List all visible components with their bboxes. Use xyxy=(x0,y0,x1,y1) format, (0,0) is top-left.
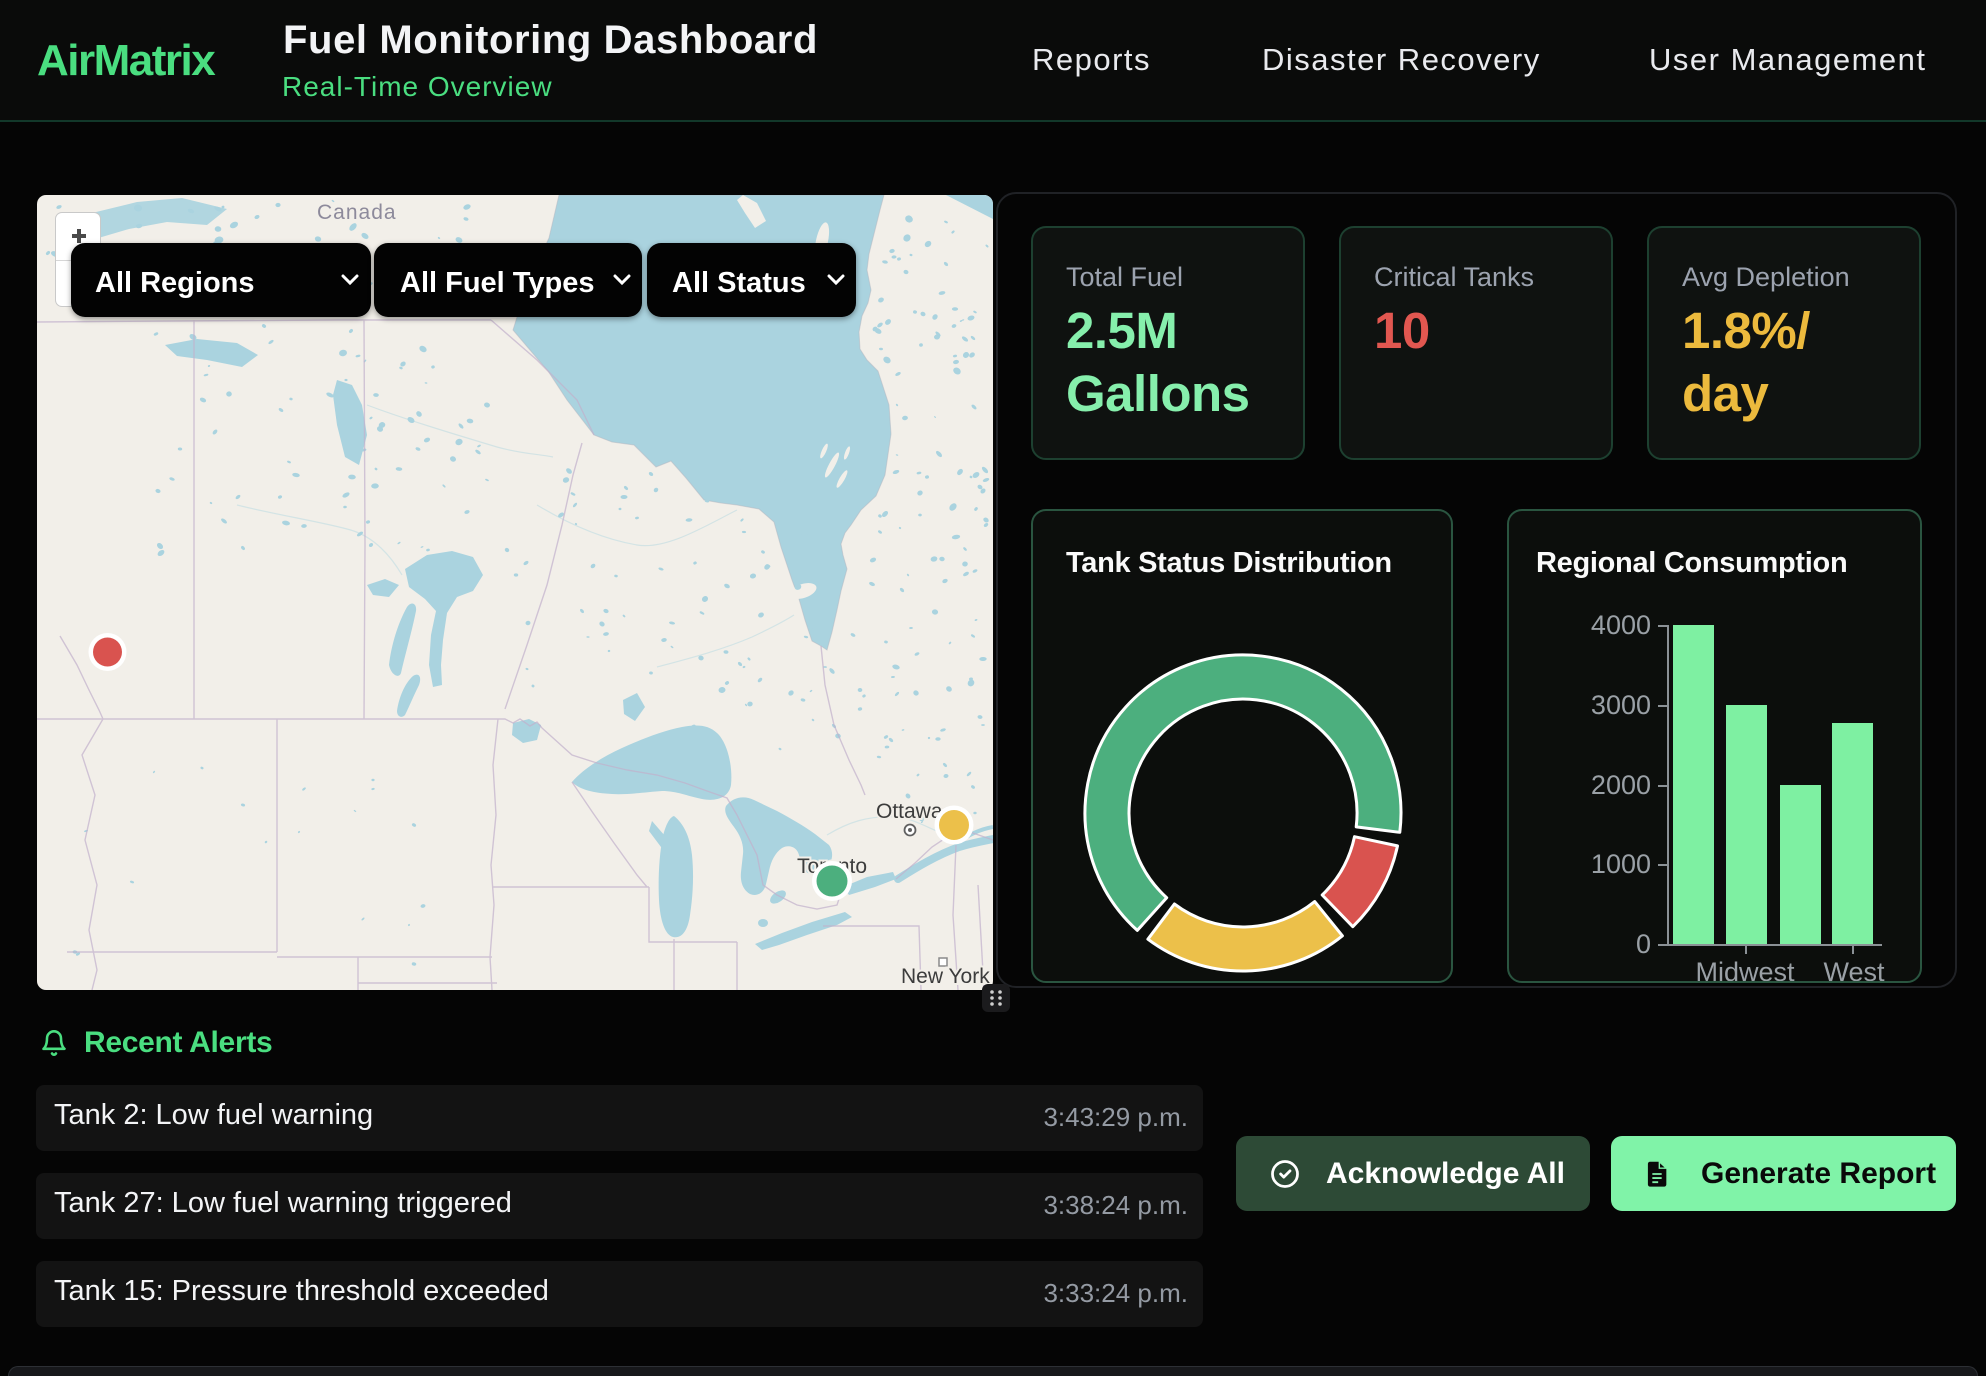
svg-text:Ottawa: Ottawa xyxy=(876,800,943,823)
svg-text:New York: New York xyxy=(901,965,990,988)
svg-text:Canada: Canada xyxy=(317,201,397,224)
